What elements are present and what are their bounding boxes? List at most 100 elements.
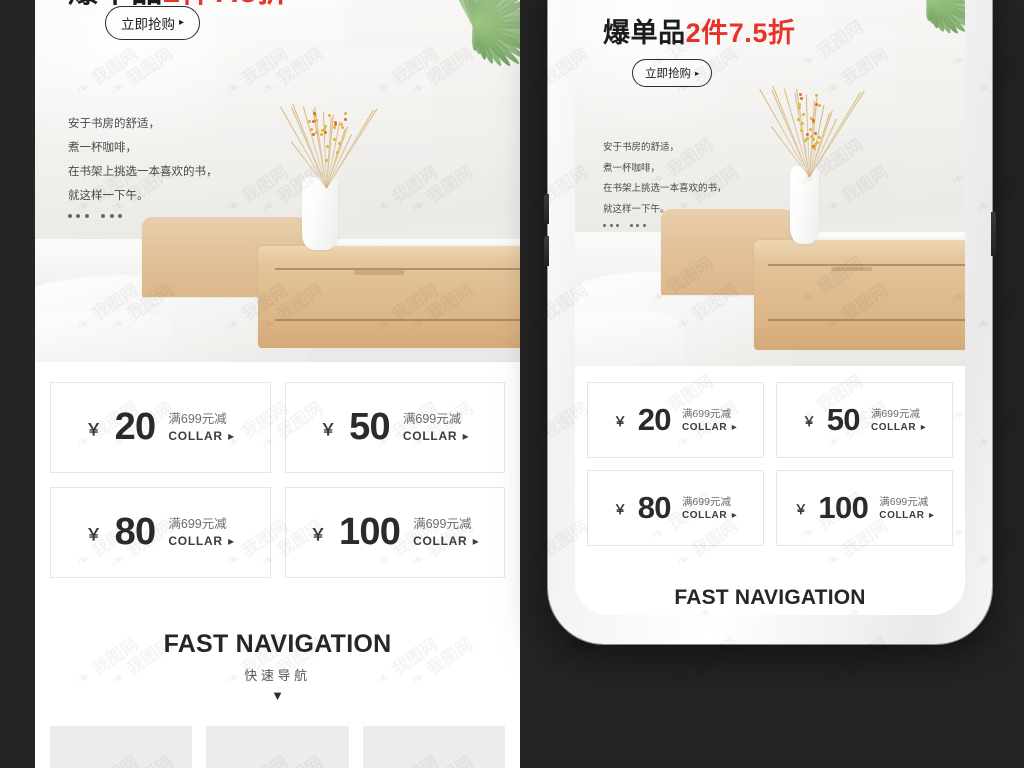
coupon-collect-action[interactable]: COLLAR ▸ (871, 421, 926, 434)
coupon-condition: 满699元减 (413, 516, 479, 533)
coupon-currency: ￥ (614, 499, 627, 518)
coupon-condition: 满699元减 (871, 407, 926, 421)
caret-right-icon: ▸ (473, 533, 480, 549)
buy-now-button[interactable]: 立即抢购 ▸ (105, 6, 200, 40)
coupon-amount: 80 (115, 511, 156, 554)
dot-group (630, 224, 646, 227)
page-content: ￥ 20 满699元减 COLLAR ▸ ￥ 50 满699元减 COLLAR … (35, 362, 520, 768)
fast-navigation-section: FAST NAVIGATION 快速导航 ▼ (50, 630, 505, 702)
buy-now-label: 立即抢购 (121, 13, 175, 33)
phone-reflection: 爆单品2件7.5折 立即抢购 ▸ 安于书房的舒适， 煮一杯咖啡， 在书架上挑选一… (548, 644, 992, 768)
coupon-currency: ￥ (310, 521, 326, 545)
poem-dots (603, 224, 727, 227)
poem-line: 就这样一下午。 (603, 200, 727, 221)
nav-card[interactable] (50, 726, 192, 768)
nav-card[interactable] (206, 726, 348, 768)
coupon-collect-action[interactable]: COLLAR ▸ (168, 428, 234, 444)
coupon-card[interactable]: ￥ 20 满699元减 COLLAR ▸ (50, 382, 271, 473)
coupon-amount: 20 (115, 406, 156, 449)
coupon-collect-label: COLLAR (879, 509, 924, 522)
buy-now-button[interactable]: 立即抢购 ▸ (632, 59, 712, 87)
hero-banner: 爆单品2件7.5折 立即抢购 ▸ 安于书房的舒适， 煮一杯咖啡， 在书架上挑选一… (35, 0, 520, 362)
caret-right-icon: ▸ (179, 18, 184, 28)
fast-navigation-title: FAST NAVIGATION (50, 630, 505, 659)
caret-right-icon: ▸ (732, 421, 738, 434)
caret-right-icon: ▸ (228, 428, 235, 444)
poem-line: 安于书房的舒适， (603, 138, 727, 159)
coupon-currency: ￥ (320, 416, 336, 440)
phone-mockup: 爆单品2件7.5折 立即抢购 ▸ 安于书房的舒适， 煮一杯咖啡， 在书架上挑选一… (548, 0, 992, 644)
caret-right-icon: ▸ (921, 421, 927, 434)
coupon-collect-action[interactable]: COLLAR ▸ (168, 533, 234, 549)
coupon-condition: 满699元减 (168, 516, 234, 533)
poem-line: 在书架上挑选一本喜欢的书， (68, 160, 218, 184)
screenshot-stage: 爆单品2件7.5折 立即抢购 ▸ 安于书房的舒适， 煮一杯咖啡， 在书架上挑选一… (0, 0, 1024, 768)
fast-navigation-section: FAST NAVIGATION 快速导航 ▼ (587, 586, 953, 615)
hero-headline-black: 爆单品 (603, 18, 686, 48)
nav-card-grid (50, 726, 505, 768)
coupon-currency: ￥ (86, 521, 102, 545)
fast-navigation-title: FAST NAVIGATION (587, 586, 953, 610)
coupon-currency: ￥ (614, 411, 627, 430)
dot-group (101, 214, 122, 218)
poem-line: 在书架上挑选一本喜欢的书， (603, 179, 727, 200)
hero-headline-red: 2件7.5折 (686, 18, 796, 48)
buy-now-label: 立即抢购 (645, 65, 691, 81)
coupon-card[interactable]: ￥ 80 满699元减 COLLAR ▸ (50, 487, 271, 578)
coupon-collect-label: COLLAR (413, 533, 467, 549)
poem-line: 就这样一下午。 (68, 184, 218, 208)
nav-card[interactable] (363, 726, 505, 768)
caret-right-icon: ▸ (463, 428, 470, 444)
hero-banner: 爆单品2件7.5折 立即抢购 ▸ 安于书房的舒适， 煮一杯咖啡， 在书架上挑选一… (575, 0, 965, 366)
coupon-card[interactable]: ￥ 50 满699元减 COLLAR ▸ (776, 382, 953, 458)
coupon-condition: 满699元减 (879, 495, 934, 509)
coupon-collect-action[interactable]: COLLAR ▸ (413, 533, 479, 549)
poem-line: 煮一杯咖啡， (68, 136, 218, 160)
dot-group (68, 214, 89, 218)
coupon-collect-label: COLLAR (168, 428, 222, 444)
coupon-collect-action[interactable]: COLLAR ▸ (682, 509, 737, 522)
desktop-page-preview: 爆单品2件7.5折 立即抢购 ▸ 安于书房的舒适， 煮一杯咖啡， 在书架上挑选一… (35, 0, 520, 768)
coupon-grid: ￥ 20 满699元减 COLLAR ▸ ￥ 50 满699元减 COLLAR … (587, 382, 953, 546)
coupon-card[interactable]: ￥ 100 满699元减 COLLAR ▸ (776, 470, 953, 546)
coupon-amount: 80 (638, 490, 671, 526)
coupon-amount: 50 (827, 402, 860, 438)
caret-right-icon: ▸ (695, 69, 699, 78)
coupon-condition: 满699元减 (682, 407, 737, 421)
coupon-collect-action[interactable]: COLLAR ▸ (682, 421, 737, 434)
coupon-condition: 满699元减 (168, 411, 234, 428)
coupon-currency: ￥ (86, 416, 102, 440)
coupon-collect-label: COLLAR (871, 421, 916, 434)
coupon-collect-action[interactable]: COLLAR ▸ (879, 509, 934, 522)
poem-dots (68, 214, 218, 218)
dot-group (603, 224, 619, 227)
coupon-amount: 100 (818, 490, 868, 526)
hero-poem: 安于书房的舒适， 煮一杯咖啡， 在书架上挑选一本喜欢的书， 就这样一下午。 (68, 112, 218, 218)
fast-navigation-subtitle: 快速导航 (50, 665, 505, 684)
coupon-card[interactable]: ￥ 50 满699元减 COLLAR ▸ (285, 382, 506, 473)
coupon-condition: 满699元减 (682, 495, 737, 509)
coupon-card[interactable]: ￥ 100 满699元减 COLLAR ▸ (285, 487, 506, 578)
coupon-currency: ￥ (803, 411, 816, 430)
coupon-currency: ￥ (794, 499, 807, 518)
caret-right-icon: ▸ (732, 509, 738, 522)
coupon-collect-label: COLLAR (403, 428, 457, 444)
hero-headline: 爆单品2件7.5折 (603, 11, 795, 50)
coupon-grid: ￥ 20 满699元减 COLLAR ▸ ￥ 50 满699元减 COLLAR … (50, 382, 505, 578)
volume-down-button[interactable] (544, 236, 549, 266)
coupon-collect-action[interactable]: COLLAR ▸ (403, 428, 469, 444)
poem-line: 安于书房的舒适， (68, 112, 218, 136)
phone-reflection-fade (548, 644, 992, 768)
coupon-collect-label: COLLAR (168, 533, 222, 549)
volume-up-button[interactable] (544, 194, 549, 224)
poem-line: 煮一杯咖啡， (603, 159, 727, 180)
coupon-amount: 50 (349, 406, 390, 449)
coupon-card[interactable]: ￥ 80 满699元减 COLLAR ▸ (587, 470, 764, 546)
coupon-collect-label: COLLAR (682, 509, 727, 522)
coupon-card[interactable]: ￥ 20 满699元减 COLLAR ▸ (587, 382, 764, 458)
page-content: ￥ 20 满699元减 COLLAR ▸ ￥ 50 满699元减 COLLAR … (575, 366, 965, 615)
caret-right-icon: ▸ (228, 533, 235, 549)
coupon-amount: 100 (339, 511, 400, 554)
power-button[interactable] (991, 212, 996, 256)
coupon-collect-label: COLLAR (682, 421, 727, 434)
